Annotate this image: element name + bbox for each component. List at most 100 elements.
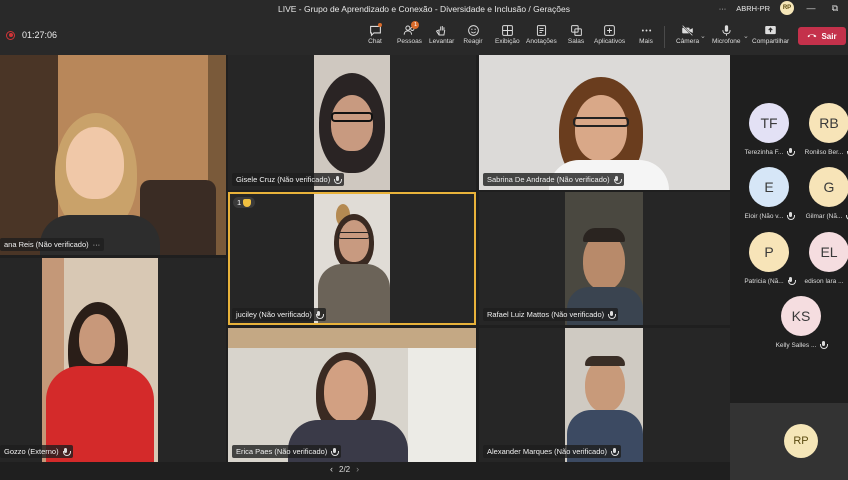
notes-label: Anotações [526, 38, 557, 45]
participant-avatar: G [809, 167, 848, 207]
participant-nametag: Rafael Luiz Mattos (Não verificado) [483, 308, 619, 321]
title-bar-controls: ··· ABRH-PR RP — ⧉ [719, 1, 842, 15]
participant-name: Eloir (Não v... [744, 212, 784, 220]
rooms-icon [566, 22, 586, 38]
participant-tile[interactable]: Rafael Luiz Mattos (Não verificado) [479, 192, 730, 325]
chat-icon [365, 22, 385, 38]
participant-hair [585, 356, 625, 366]
microphone-icon [716, 22, 736, 38]
mic-options-chevron-icon[interactable]: ⌄ [743, 32, 749, 40]
participant-nametag: Gisele Cruz (Não verificado) [232, 173, 345, 186]
participant-glasses [573, 117, 629, 127]
restore-button[interactable]: ⧉ [828, 3, 842, 14]
roster-participant[interactable]: TF Terezinha F... [742, 103, 796, 156]
camera-button[interactable]: Câmera [676, 22, 699, 45]
participant-label: Patricia (Nã... [742, 277, 796, 285]
participant-name: edison lara ... [804, 277, 844, 285]
participant-face [575, 95, 627, 161]
roster-participant[interactable]: P Patricia (Nã... [742, 232, 796, 285]
react-button[interactable]: Reagir [463, 22, 483, 45]
participant-tile[interactable]: ana Reis (Não verificado) ··· [0, 55, 226, 255]
people-label: Pessoas [397, 38, 422, 45]
participant-tile-active[interactable]: 1 juciley (Não verificado) [228, 192, 476, 325]
roster-participant[interactable]: EL edison lara ... [802, 232, 848, 285]
participant-tile[interactable]: Gozzo (Externo) [0, 258, 226, 462]
roster-participant[interactable]: E Eloir (Não v... [742, 167, 796, 220]
participant-tile[interactable]: Alexander Marques (Não verificado) [479, 328, 730, 462]
participant-avatar: EL [809, 232, 848, 272]
roster-participant[interactable]: KS Kelly Salles ... [774, 296, 829, 349]
leave-button[interactable]: Sair [798, 27, 846, 45]
participant-nametag: Gozzo (Externo) [0, 445, 73, 458]
share-button[interactable]: Compartilhar [752, 22, 789, 45]
participant-name: Patricia (Nã... [744, 277, 784, 285]
participant-name: Rafael Luiz Mattos (Não verificado) [487, 310, 605, 319]
roster-participant[interactable]: G Gilmar (Nã... [802, 167, 848, 220]
page-indicator: 2/2 [339, 464, 351, 474]
apps-button[interactable]: Aplicativos [594, 22, 625, 45]
raise-hand-button[interactable]: Levantar [429, 22, 454, 45]
mic-icon [608, 310, 617, 319]
more-options-icon[interactable]: ··· [719, 4, 727, 13]
participant-avatar: E [749, 167, 789, 207]
grid-view-icon [497, 22, 517, 38]
participant-name: juciley (Não verificado) [236, 310, 312, 319]
smiley-icon [463, 22, 483, 38]
microphone-button[interactable]: Microfone [712, 22, 741, 45]
people-button[interactable]: 1 Pessoas [397, 21, 422, 45]
participant-label: Eloir (Não v... [742, 212, 796, 220]
raised-hand-count: 1 [237, 198, 242, 207]
org-name: ABRH-PR [736, 3, 770, 13]
more-label: Mais [639, 38, 653, 45]
mic-icon [334, 175, 343, 184]
participant-tile[interactable]: Erica Paes (Não verificado) [228, 328, 476, 462]
participant-nametag: ana Reis (Não verificado) ··· [0, 238, 105, 251]
participant-label: Gilmar (Nã... [802, 212, 848, 220]
people-badge: 1 [411, 21, 420, 29]
view-label: Exibição [495, 38, 520, 45]
react-label: Reagir [463, 38, 483, 45]
participant-name: ana Reis (Não verificado) [4, 240, 89, 249]
participant-label: Kelly Salles ... [774, 341, 829, 349]
self-view[interactable]: RP [730, 403, 848, 480]
previous-page-button[interactable]: ‹ [330, 464, 333, 474]
participant-avatar: RB [809, 103, 848, 143]
view-button[interactable]: Exibição [495, 22, 520, 45]
participant-face [331, 95, 373, 151]
recording-icon [6, 30, 15, 40]
chat-unread-dot [378, 23, 382, 27]
participant-label: Ronilso Ber... [802, 148, 848, 156]
camera-options-chevron-icon[interactable]: ⌄ [700, 32, 706, 40]
participant-face [324, 360, 368, 422]
roster-participant[interactable]: RB Ronilso Ber... [802, 103, 848, 156]
next-page-button[interactable]: › [356, 464, 359, 474]
participant-body [318, 264, 390, 323]
more-button[interactable]: Mais [636, 22, 656, 45]
participant-name: Sabrina De Andrade (Não verificado) [487, 175, 610, 184]
participant-nametag: Alexander Marques (Não verificado) [483, 445, 622, 458]
participant-tile[interactable]: Gisele Cruz (Não verificado) [228, 55, 476, 190]
participant-name: Kelly Salles ... [775, 341, 817, 349]
ceiling-beams [228, 328, 476, 348]
participant-name: Gisele Cruz (Não verificado) [236, 175, 331, 184]
self-avatar: RP [784, 424, 818, 458]
participant-name: Terezinha F... [744, 148, 784, 156]
title-bar: LIVE - Grupo de Aprendizado e Conexão - … [0, 0, 848, 18]
participant-name: Alexander Marques (Não verificado) [487, 447, 608, 456]
chat-button[interactable]: Chat [365, 22, 385, 45]
apps-label: Aplicativos [594, 38, 626, 45]
notes-button[interactable]: Anotações [526, 22, 557, 45]
participant-face [339, 220, 369, 262]
mic-icon [62, 447, 71, 456]
participant-glasses [338, 232, 370, 239]
participant-tile[interactable]: Sabrina De Andrade (Não verificado) [479, 55, 730, 190]
tile-more-icon[interactable]: ··· [93, 240, 101, 249]
breakout-rooms-button[interactable]: Salas [566, 22, 586, 45]
minimize-button[interactable]: — [804, 3, 818, 13]
participant-label: edison lara ... [802, 277, 848, 285]
user-avatar[interactable]: RP [780, 1, 794, 15]
camera-label: Câmera [676, 38, 700, 45]
meeting-timer: 01:27:06 [6, 30, 57, 40]
participant-nametag: Erica Paes (Não verificado) [232, 445, 342, 458]
microphone-label: Microfone [712, 38, 741, 45]
